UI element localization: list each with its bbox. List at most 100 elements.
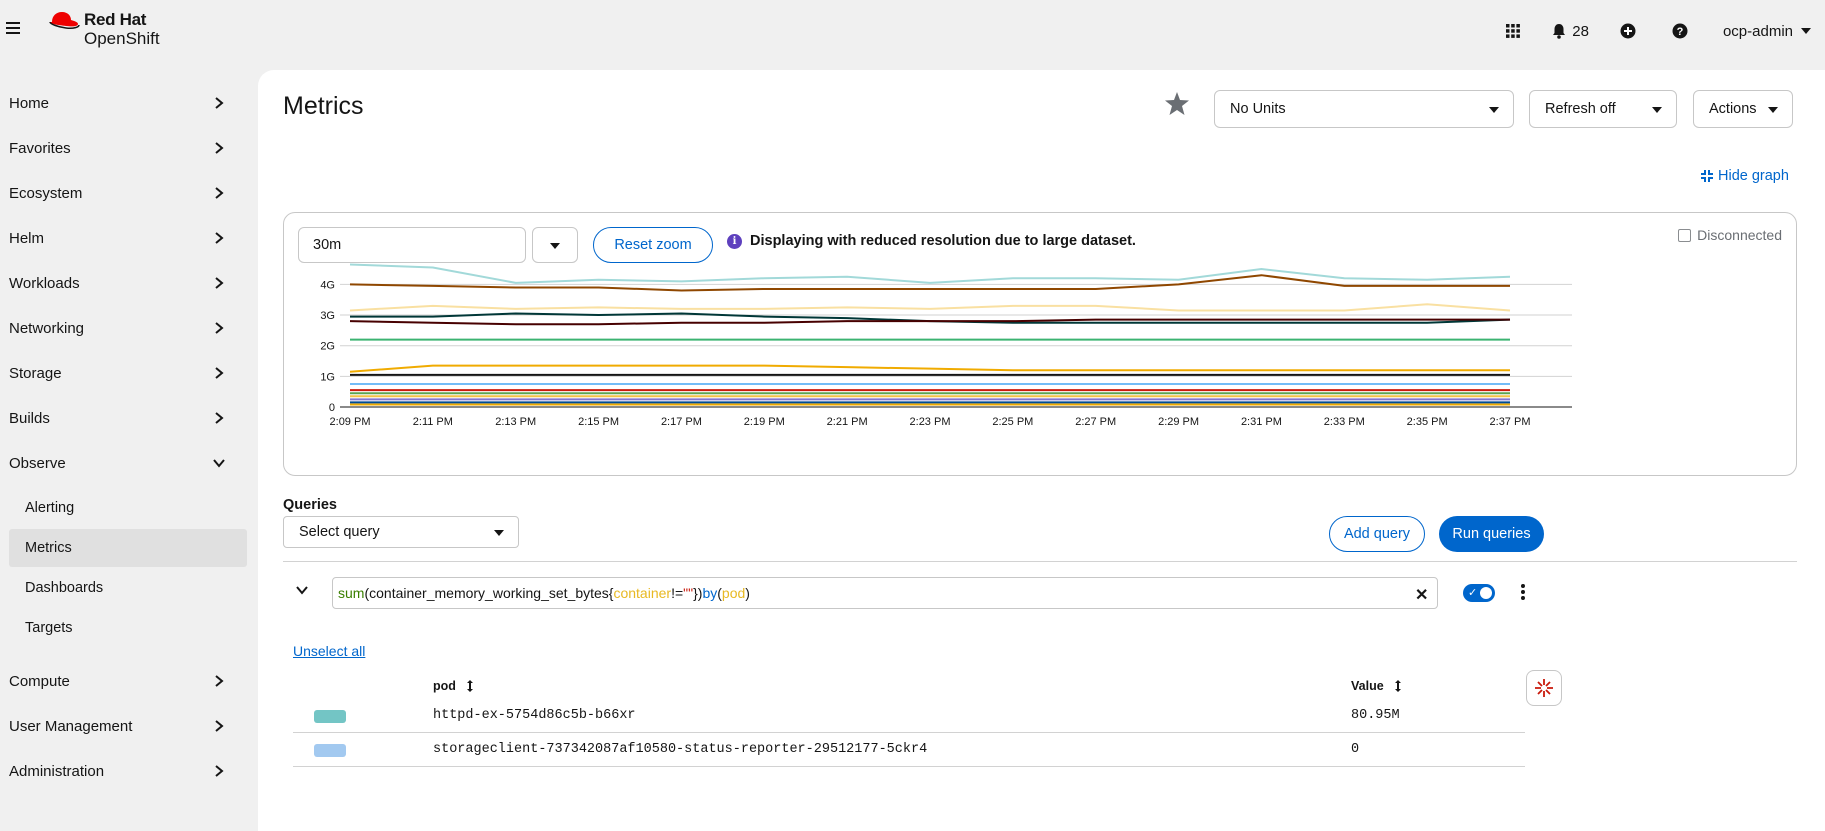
x-tick-label: 2:15 PM xyxy=(578,416,619,428)
kebab-menu-icon[interactable] xyxy=(1521,584,1525,600)
value-cell: 0 xyxy=(1351,742,1360,757)
chevron-right-icon xyxy=(215,187,224,199)
check-icon: ✓ xyxy=(1468,587,1478,599)
divider xyxy=(283,561,1797,562)
series-line[interactable] xyxy=(349,364,1510,373)
add-query-button[interactable]: Add query xyxy=(1329,516,1425,552)
x-tick-label: 2:11 PM xyxy=(413,416,453,428)
sidebar-item-home[interactable]: Home xyxy=(0,81,248,126)
actions-dropdown[interactable]: Actions xyxy=(1693,90,1793,128)
select-query-dropdown[interactable]: Select query xyxy=(283,516,519,548)
sidebar-item-administration[interactable]: Administration xyxy=(0,749,248,794)
x-tick-label: 2:23 PM xyxy=(910,416,951,428)
unselect-all-link[interactable]: Unselect all xyxy=(293,643,365,659)
hamburger-menu-icon[interactable] xyxy=(6,22,20,34)
pod-cell: httpd-ex-5754d86c5b-b66xr xyxy=(433,708,636,723)
notification-count: 28 xyxy=(1572,22,1589,40)
masthead: Red Hat OpenShift 28 ? ocp-admin xyxy=(0,0,1825,62)
sidebar-item-storage[interactable]: Storage xyxy=(0,351,248,396)
bell-icon xyxy=(1553,23,1566,39)
x-tick-label: 2:21 PM xyxy=(827,416,868,428)
sidebar-item-ecosystem[interactable]: Ecosystem xyxy=(0,171,248,216)
sidebar-item-compute[interactable]: Compute xyxy=(0,659,248,704)
time-range-input[interactable]: 30m xyxy=(298,227,526,263)
series-line[interactable] xyxy=(349,303,1511,312)
queries-label: Queries xyxy=(283,497,337,513)
disconnected-checkbox[interactable] xyxy=(1678,228,1692,242)
chevron-right-icon xyxy=(215,675,224,687)
x-tick-label: 2:19 PM xyxy=(744,416,785,428)
series-color-swatch[interactable] xyxy=(314,710,346,723)
chevron-right-icon xyxy=(215,367,224,379)
column-header-value[interactable]: Value xyxy=(1351,679,1402,693)
value-cell: 80.95M xyxy=(1351,708,1400,723)
column-header-pod[interactable]: pod xyxy=(433,679,474,693)
user-name: ocp-admin xyxy=(1722,22,1793,40)
notifications-button[interactable]: 28 xyxy=(1552,23,1589,40)
table-row[interactable]: httpd-ex-5754d86c5b-b66xr 80.95M xyxy=(293,699,1525,733)
compress-icon xyxy=(1701,170,1713,182)
chevron-down-icon xyxy=(213,459,225,468)
y-tick-label: 4G xyxy=(320,279,335,291)
chevron-right-icon xyxy=(215,142,224,154)
chevron-down-icon[interactable] xyxy=(296,585,308,595)
disconnected-toggle[interactable]: Disconnected xyxy=(1678,227,1782,243)
quick-create-icon[interactable] xyxy=(1615,18,1641,44)
pod-cell: storageclient-737342087af10580-status-re… xyxy=(433,742,928,757)
info-message: i Displaying with reduced resolution due… xyxy=(727,233,1136,249)
x-tick-label: 2:37 PM xyxy=(1490,416,1531,428)
troubleshoot-panel-icon[interactable] xyxy=(1526,670,1562,706)
clear-query-icon[interactable]: ✕ xyxy=(1415,585,1428,605)
x-tick-label: 2:31 PM xyxy=(1241,416,1282,428)
x-tick-label: 2:17 PM xyxy=(661,416,702,428)
sidebar-sub-alerting[interactable]: Alerting xyxy=(9,489,247,527)
chevron-right-icon xyxy=(215,232,224,244)
x-tick-label: 2:27 PM xyxy=(1075,416,1116,428)
y-tick-label: 1G xyxy=(320,371,335,383)
star-icon[interactable] xyxy=(1165,92,1189,115)
chevron-right-icon xyxy=(215,97,224,109)
sidebar-item-networking[interactable]: Networking xyxy=(0,306,248,351)
user-menu[interactable]: ocp-admin xyxy=(1723,23,1811,40)
caret-down-icon xyxy=(1768,107,1778,113)
units-select[interactable]: No Units xyxy=(1214,90,1514,128)
sidebar-item-observe[interactable]: Observe xyxy=(0,441,248,486)
query-expression-input[interactable]: sum (container_memory_working_set_bytes{c… xyxy=(332,577,1438,609)
chevron-right-icon xyxy=(215,412,224,424)
x-tick-label: 2:35 PM xyxy=(1407,416,1448,428)
caret-down-icon xyxy=(550,243,560,249)
sidebar-item-workloads[interactable]: Workloads xyxy=(0,261,248,306)
graph-panel: 30m Reset zoom i Displaying with reduced… xyxy=(283,212,1797,476)
run-queries-button[interactable]: Run queries xyxy=(1439,516,1544,552)
info-icon: i xyxy=(727,233,742,249)
help-icon[interactable]: ? xyxy=(1667,18,1693,44)
time-range-dropdown[interactable] xyxy=(532,227,578,263)
series-line[interactable] xyxy=(349,263,1511,284)
series-color-swatch[interactable] xyxy=(314,744,346,757)
query-enabled-toggle[interactable]: ✓ xyxy=(1463,584,1495,602)
caret-down-icon xyxy=(1489,107,1499,113)
sidebar-item-builds[interactable]: Builds xyxy=(0,396,248,441)
x-tick-label: 2:29 PM xyxy=(1158,416,1199,428)
reset-zoom-button[interactable]: Reset zoom xyxy=(593,227,713,263)
app-launcher-icon[interactable] xyxy=(1500,18,1526,44)
sidebar-sub-targets[interactable]: Targets xyxy=(9,609,247,647)
chevron-right-icon xyxy=(215,322,224,334)
sort-icon xyxy=(466,680,473,692)
x-tick-label: 2:13 PM xyxy=(495,416,536,428)
refresh-select[interactable]: Refresh off xyxy=(1529,90,1677,128)
y-tick-label: 2G xyxy=(320,341,335,353)
sidebar: Home Favorites Ecosystem Helm Workloads … xyxy=(0,62,258,831)
sidebar-item-user-management[interactable]: User Management xyxy=(0,704,248,749)
sidebar-sub-dashboards[interactable]: Dashboards xyxy=(9,569,247,607)
brand-line1: Red Hat xyxy=(84,10,147,29)
sidebar-item-helm[interactable]: Helm xyxy=(0,216,248,261)
sidebar-sub-metrics[interactable]: Metrics xyxy=(9,529,247,567)
table-row[interactable]: storageclient-737342087af10580-status-re… xyxy=(293,733,1525,767)
metrics-chart[interactable]: 0 1G 2G 3G 4G 2:09 PM 2:11 PM 2:13 PM 2:15 PM 2:1… xyxy=(284,261,1796,461)
main-content: Metrics No Units Refresh off Actions Hid… xyxy=(258,70,1825,831)
sidebar-item-favorites[interactable]: Favorites xyxy=(0,126,248,171)
hide-graph-link[interactable]: Hide graph xyxy=(1701,168,1789,184)
y-tick-label: 3G xyxy=(320,310,335,322)
caret-down-icon xyxy=(1652,107,1662,113)
